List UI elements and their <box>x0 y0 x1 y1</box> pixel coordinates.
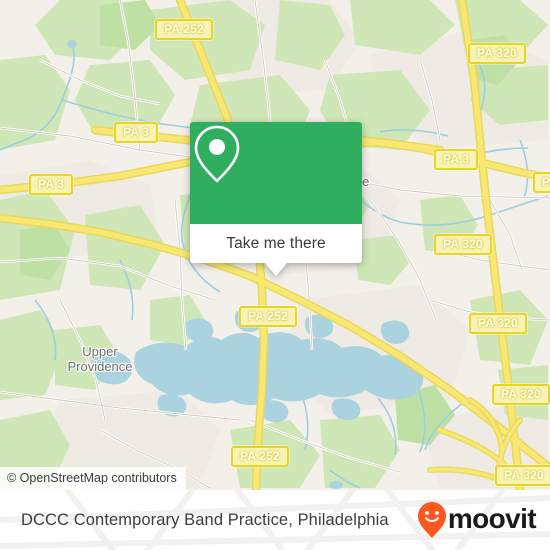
map-pin-icon <box>194 125 240 183</box>
location-title: DCCC Contemporary Band Practice, Philade… <box>21 510 389 529</box>
road-shield-pa-320-south[interactable]: PA 320 <box>495 465 550 486</box>
bottom-bar: DCCC Contemporary Band Practice, Philade… <box>0 490 550 550</box>
road-shield-pa-edge[interactable]: PA <box>533 172 550 193</box>
moovit-pin-smiley-icon <box>417 502 446 538</box>
moovit-logo: moovit <box>417 490 537 550</box>
road-shield-pa-252-south[interactable]: PA 252 <box>231 446 289 467</box>
location-popup-card[interactable]: Take me there <box>190 122 362 276</box>
popup-pin-area <box>190 122 362 224</box>
osm-attribution[interactable]: © OpenStreetMap contributors <box>0 467 186 490</box>
road-shield-pa-3-west[interactable]: PA 3 <box>114 122 159 143</box>
road-shield-pa-252-mid[interactable]: PA 252 <box>239 306 297 327</box>
road-shield-pa-320-lower[interactable]: PA 320 <box>469 313 527 334</box>
take-me-there-label: Take me there <box>226 234 326 252</box>
road-shield-pa-320-lower2[interactable]: PA 320 <box>492 384 550 405</box>
moovit-wordmark: moovit <box>447 503 537 534</box>
map-screenshot: Upper Providence ple PA 252 PA 320 PA 3 … <box>0 0 550 550</box>
popup-tail <box>265 263 287 276</box>
map-canvas[interactable]: Upper Providence ple PA 252 PA 320 PA 3 … <box>0 0 550 490</box>
road-shield-pa-320-north[interactable]: PA 320 <box>468 43 526 64</box>
road-shield-pa-320-mid[interactable]: PA 320 <box>434 234 492 255</box>
road-shield-pa-3-east[interactable]: PA 3 <box>434 149 479 170</box>
road-shield-pa-252-north[interactable]: PA 252 <box>155 19 213 40</box>
take-me-there-button[interactable]: Take me there <box>190 224 362 263</box>
road-shield-pa-3-far-west[interactable]: PA 3 <box>29 174 74 195</box>
